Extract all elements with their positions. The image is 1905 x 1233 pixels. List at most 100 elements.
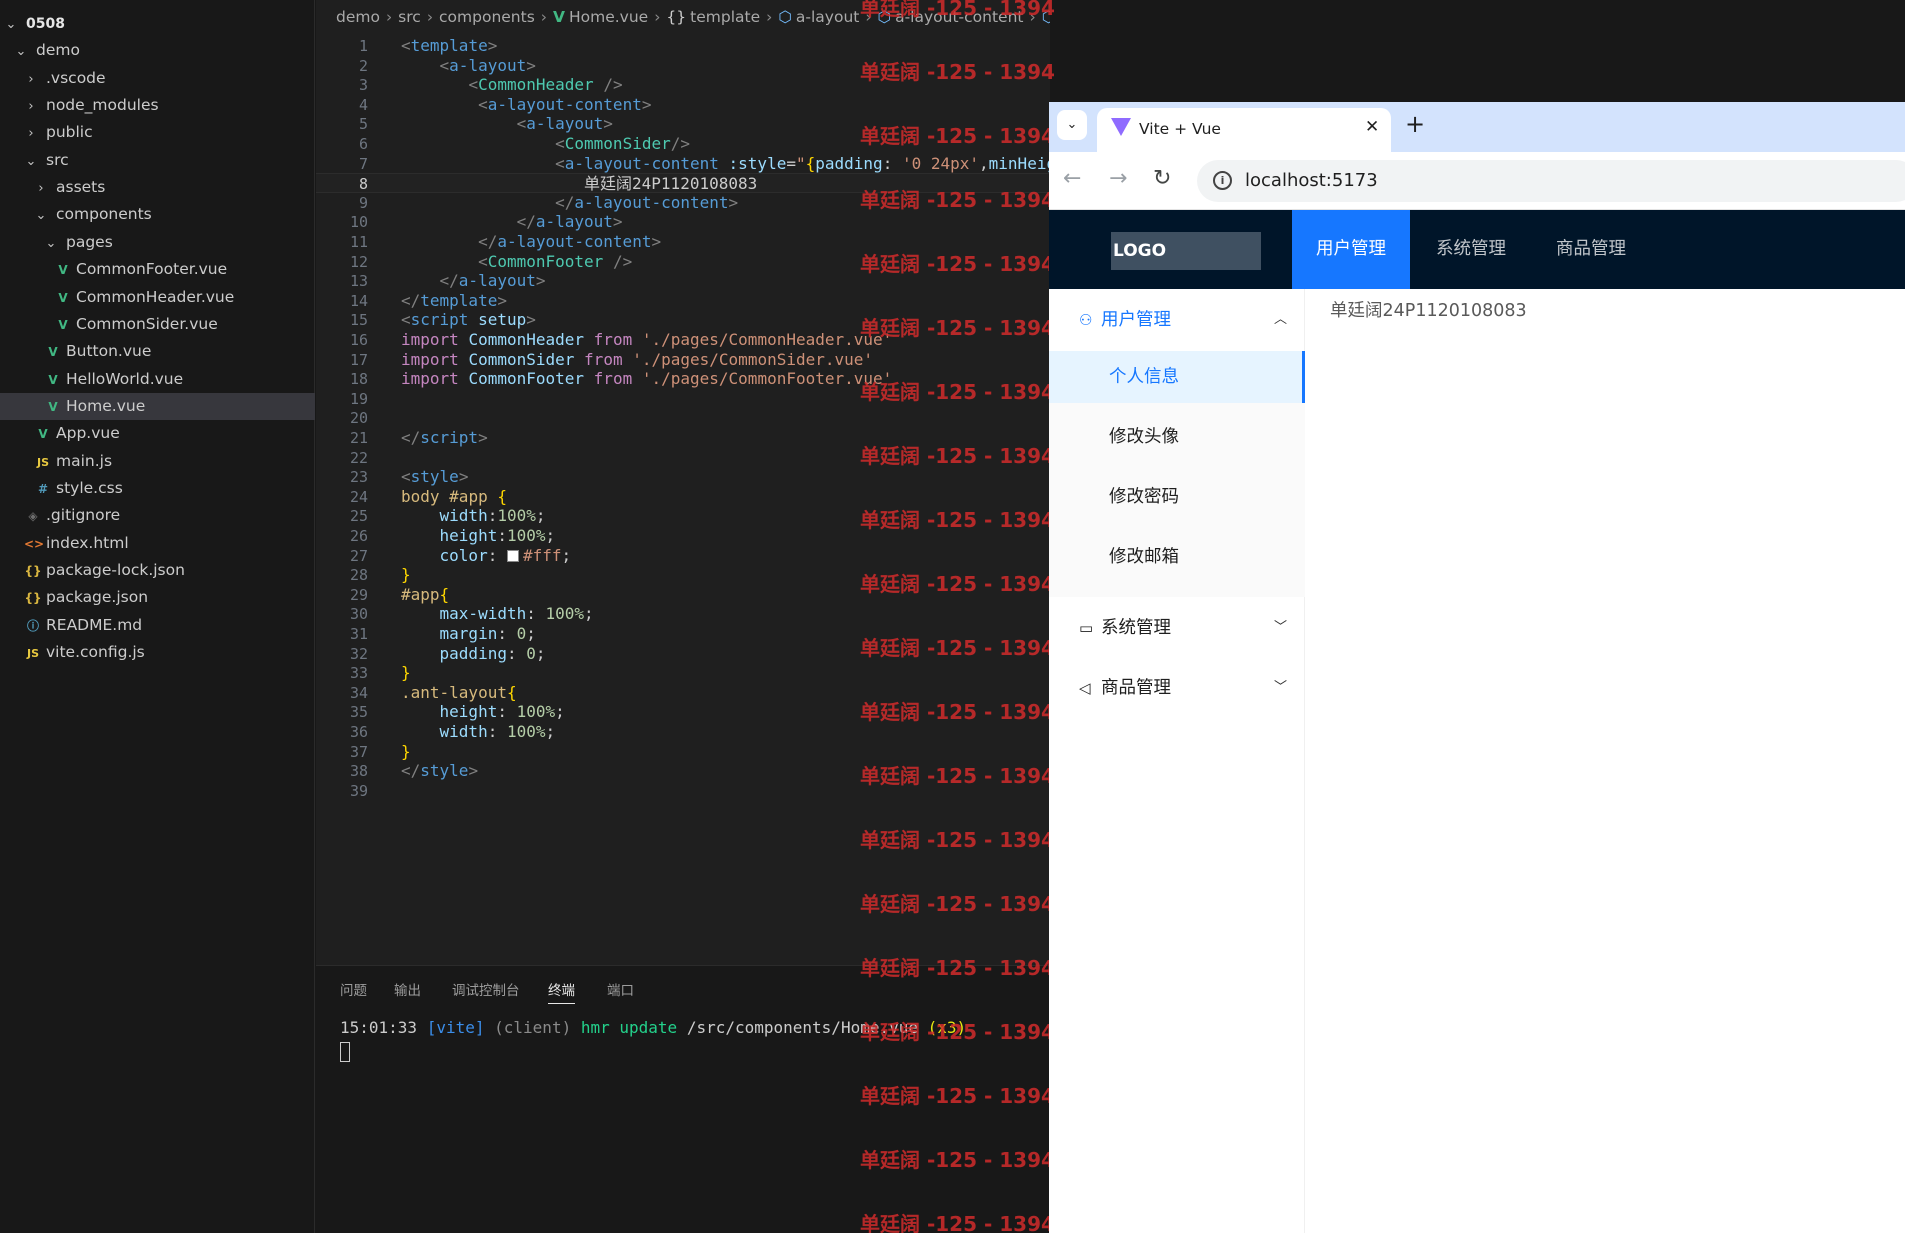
panel-tab[interactable]: 调试控制台: [452, 978, 520, 1004]
info-icon[interactable]: i: [1213, 171, 1232, 190]
code-token: <: [555, 153, 565, 173]
watermark-text: 单廷阔 -125 - 1394: [860, 508, 1055, 532]
explorer-item[interactable]: ⌄ src: [0, 147, 315, 174]
code-line[interactable]: 7 <a-layout-content :style="{padding: '0…: [316, 154, 1050, 174]
explorer-item[interactable]: › public: [0, 119, 315, 146]
explorer-item[interactable]: V App.vue: [0, 420, 315, 447]
code-line[interactable]: 33}: [316, 663, 1050, 683]
close-icon[interactable]: ✕: [1365, 117, 1379, 137]
code-text: }: [401, 742, 411, 762]
explorer-item[interactable]: ◈ .gitignore: [0, 502, 315, 529]
code-token: import: [401, 330, 459, 349]
explorer-item[interactable]: {} package-lock.json: [0, 557, 315, 584]
code-token: from: [584, 349, 623, 369]
breadcrumb-item[interactable]: components: [439, 8, 535, 26]
explorer-item[interactable]: <> index.html: [0, 530, 315, 557]
explorer-item[interactable]: ⌄ components: [0, 201, 315, 228]
explorer-item[interactable]: JS main.js: [0, 448, 315, 475]
code-line[interactable]: 37}: [316, 742, 1050, 762]
line-number: 33: [349, 664, 368, 683]
terminal-cursor[interactable]: [340, 1042, 350, 1062]
explorer-item[interactable]: JS vite.config.js: [0, 639, 315, 666]
chevron-right-icon: ›: [28, 126, 34, 142]
code-token: :: [487, 506, 498, 526]
explorer-item[interactable]: V Button.vue: [0, 338, 315, 365]
code-token: margin: [439, 624, 498, 643]
panel-tab[interactable]: 端口: [607, 978, 634, 1004]
code-line[interactable]: 36 width: 100%;: [316, 722, 1050, 742]
vite-logo-icon: [1111, 118, 1131, 136]
explorer-item[interactable]: V CommonHeader.vue: [0, 284, 315, 311]
explorer-item[interactable]: ⓘ README.md: [0, 612, 315, 639]
explorer-item[interactable]: V CommonSider.vue: [0, 311, 315, 338]
panel-tab[interactable]: 问题: [340, 978, 367, 1004]
explorer-item[interactable]: V CommonFooter.vue: [0, 256, 315, 283]
line-number: 23: [349, 468, 368, 487]
breadcrumb-item[interactable]: a-layout: [796, 8, 859, 26]
code-line[interactable]: 4 <a-layout-content>: [316, 95, 1050, 115]
explorer-item[interactable]: › .vscode: [0, 65, 315, 92]
notification-icon: ◁: [1079, 679, 1091, 697]
breadcrumb-item[interactable]: Home.vue: [569, 8, 648, 26]
line-number: 6: [358, 135, 368, 153]
breadcrumb-item[interactable]: src: [398, 8, 421, 26]
code-text: <a-layout>: [401, 56, 536, 76]
watermark-text: 单廷阔 -125 - 1394: [860, 828, 1055, 852]
browser-tab[interactable]: Vite + Vue ✕: [1097, 108, 1391, 152]
submenu-title[interactable]: ⚇ 用户管理 ︿: [1049, 289, 1305, 351]
code-line[interactable]: 27 color: #fff;: [316, 546, 1050, 566]
code-text: max-width: 100%;: [401, 604, 594, 624]
panel-tab[interactable]: 输出: [394, 978, 421, 1004]
panel-tab[interactable]: 终端: [548, 978, 575, 1004]
menu-item[interactable]: 修改头像: [1049, 411, 1305, 463]
code-line[interactable]: 1 <template>: [316, 36, 1050, 56]
chevron-down-icon[interactable]: ⌄: [1057, 110, 1087, 140]
forward-arrow-icon[interactable]: →: [1109, 166, 1127, 191]
explorer-item[interactable]: # style.css: [0, 475, 315, 502]
top-menu-item[interactable]: 用户管理: [1292, 210, 1410, 289]
breadcrumb-item[interactable]: demo: [336, 8, 380, 26]
top-menu-item[interactable]: 商品管理: [1532, 210, 1650, 289]
line-number: 18: [349, 370, 368, 389]
code-line[interactable]: 14 </template>: [316, 291, 1050, 311]
code-token: setup: [478, 310, 527, 330]
info-file-icon: ⓘ: [26, 618, 39, 633]
top-menu-item[interactable]: 系统管理: [1412, 210, 1530, 289]
code-token: :: [487, 722, 507, 741]
explorer-item[interactable]: › node_modules: [0, 92, 315, 119]
explorer-item-label: node_modules: [46, 96, 159, 115]
code-line[interactable]: 17 import CommonSider from './pages/Commo…: [316, 350, 1050, 370]
url-input[interactable]: i localhost:5173: [1197, 160, 1905, 202]
explorer-item-label: .gitignore: [46, 506, 121, 525]
code-line[interactable]: 20: [316, 408, 1050, 428]
submenu-title[interactable]: ▭ 系统管理 ﹀: [1049, 597, 1305, 659]
code-line[interactable]: 30 max-width: 100%;: [316, 604, 1050, 624]
code-line[interactable]: 10 </a-layout>: [316, 212, 1050, 232]
explorer-item[interactable]: › assets: [0, 174, 315, 201]
explorer-item[interactable]: ⌄ demo: [0, 37, 315, 64]
explorer-item[interactable]: ⌄ pages: [0, 229, 315, 256]
line-number: 16: [349, 331, 368, 349]
watermark-text: 单廷阔 -125 - 1394: [860, 1020, 1055, 1044]
menu-item[interactable]: 修改邮箱: [1049, 531, 1305, 583]
explorer-item[interactable]: {} package.json: [0, 584, 315, 611]
menu-item[interactable]: 个人信息: [1049, 351, 1305, 403]
explorer-item[interactable]: V HelloWorld.vue: [0, 366, 315, 393]
line-number: 4: [358, 95, 368, 114]
breadcrumb-item[interactable]: template: [690, 8, 760, 26]
submenu-title[interactable]: ◁ 商品管理 ﹀: [1049, 657, 1305, 719]
code-token: }: [401, 663, 411, 683]
breadcrumb-separator: ›: [385, 8, 393, 26]
new-tab-button[interactable]: +: [1405, 110, 1425, 138]
back-arrow-icon[interactable]: ←: [1063, 166, 1081, 191]
explorer-item[interactable]: V Home.vue: [0, 392, 315, 420]
menu-item[interactable]: 修改密码: [1049, 471, 1305, 523]
git-file-icon: ◈: [28, 509, 38, 524]
explorer-item[interactable]: ⌄ 0508: [0, 10, 315, 37]
line-number: 9: [358, 193, 368, 212]
reload-icon[interactable]: ↻: [1153, 166, 1171, 191]
code-line[interactable]: 23 <style>: [316, 467, 1050, 487]
